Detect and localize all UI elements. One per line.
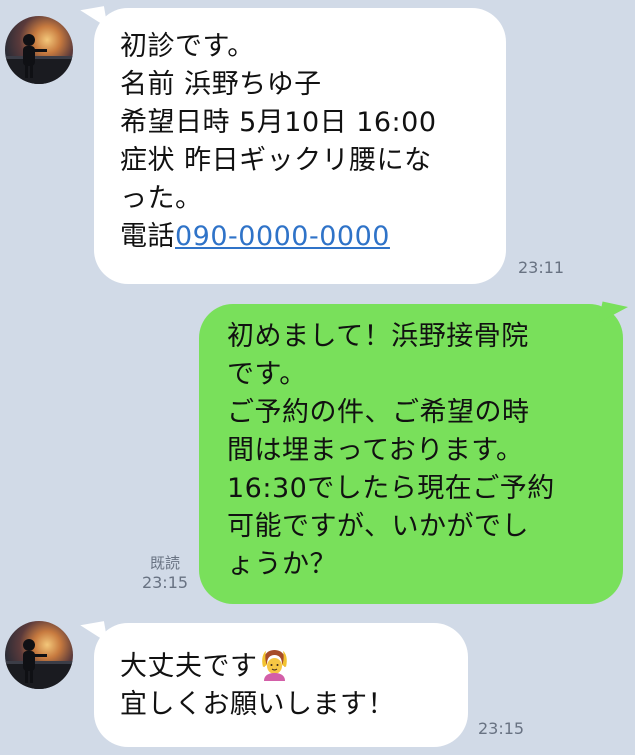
incoming-message-bubble[interactable]: 初診です。 名前 浜野ちゆ子 希望日時 5月10日 16:00 症状 昨日ギック… — [94, 8, 506, 284]
read-receipt: 既読 23:15 — [140, 553, 190, 593]
person-gesturing-ok-icon — [261, 650, 287, 681]
message-timestamp: 23:11 — [518, 258, 565, 277]
message-text: 大丈夫です — [120, 651, 258, 682]
message-text-line: 宜しくお願いします！ — [120, 689, 395, 720]
person-gesturing-ok-emoji — [260, 647, 289, 681]
message-text-line: 16:30でしたら現在ご予約 — [227, 473, 555, 504]
outgoing-message-bubble[interactable]: 初めまして！浜野接骨院 です。 ご予約の件、ご希望の時 間は埋まっております。 … — [199, 304, 623, 604]
message-text-line: 初診です。 — [120, 31, 255, 62]
message-text-line: ご予約の件、ご希望の時 — [227, 397, 530, 428]
incoming-message-bubble[interactable]: 大丈夫です 宜しくお願いします！ — [94, 623, 468, 747]
message-text-line: 希望日時 5月10日 16:00 — [120, 107, 437, 138]
avatar-photo-icon — [5, 34, 73, 84]
contact-avatar[interactable] — [5, 16, 73, 84]
message-timestamp: 23:15 — [478, 719, 525, 738]
message-text-line: 症状 昨日ギックリ腰にな — [120, 145, 432, 176]
message-text-line: ょうか？ — [227, 549, 337, 580]
message-text-line: 可能ですが、いかがでし — [227, 511, 529, 542]
message-text-line: 大丈夫です — [120, 647, 450, 686]
phone-number-link[interactable]: 090-0000-0000 — [175, 221, 390, 252]
message-text-line: 名前 浜野ちゆ子 — [120, 69, 322, 100]
message-timestamp: 23:15 — [141, 573, 189, 592]
message-text-line: った。 — [120, 183, 203, 214]
chat-thread: 初診です。 名前 浜野ちゆ子 希望日時 5月10日 16:00 症状 昨日ギック… — [0, 0, 635, 755]
read-status-label: 既読 — [149, 554, 180, 572]
avatar-photo-icon — [5, 639, 73, 689]
message-text-line: です。 — [227, 359, 307, 390]
message-text-line: 間は埋まっております。 — [227, 435, 524, 466]
message-text-line: 初めまして！浜野接骨院 — [227, 321, 529, 352]
phone-prefix: 電話 — [120, 221, 175, 252]
contact-avatar[interactable] — [5, 621, 73, 689]
phone-line: 電話090-0000-0000 — [120, 218, 488, 256]
